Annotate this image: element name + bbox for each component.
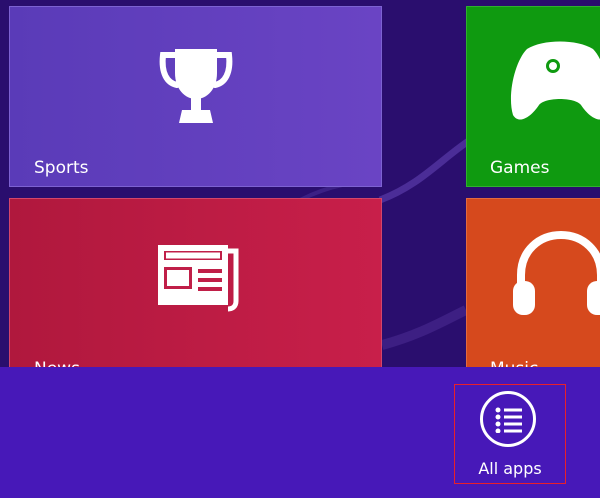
tile-news[interactable]: News — [9, 198, 382, 388]
tile-sports[interactable]: Sports — [9, 6, 382, 187]
headphones-icon — [513, 230, 600, 315]
newspaper-icon — [158, 245, 239, 312]
list-icon — [495, 407, 522, 433]
start-screen: Sports Games News Music — [0, 0, 600, 498]
tile-label-games: Games — [490, 158, 550, 178]
tile-games[interactable]: Games — [466, 6, 600, 187]
all-apps-label: All apps — [478, 459, 542, 478]
trophy-icon — [159, 49, 233, 123]
tile-music[interactable]: Music — [466, 198, 600, 388]
tile-label-sports: Sports — [34, 158, 89, 178]
all-apps-circle — [480, 391, 536, 447]
all-apps-button[interactable]: All apps — [454, 384, 566, 484]
game-controller-icon — [510, 41, 600, 120]
